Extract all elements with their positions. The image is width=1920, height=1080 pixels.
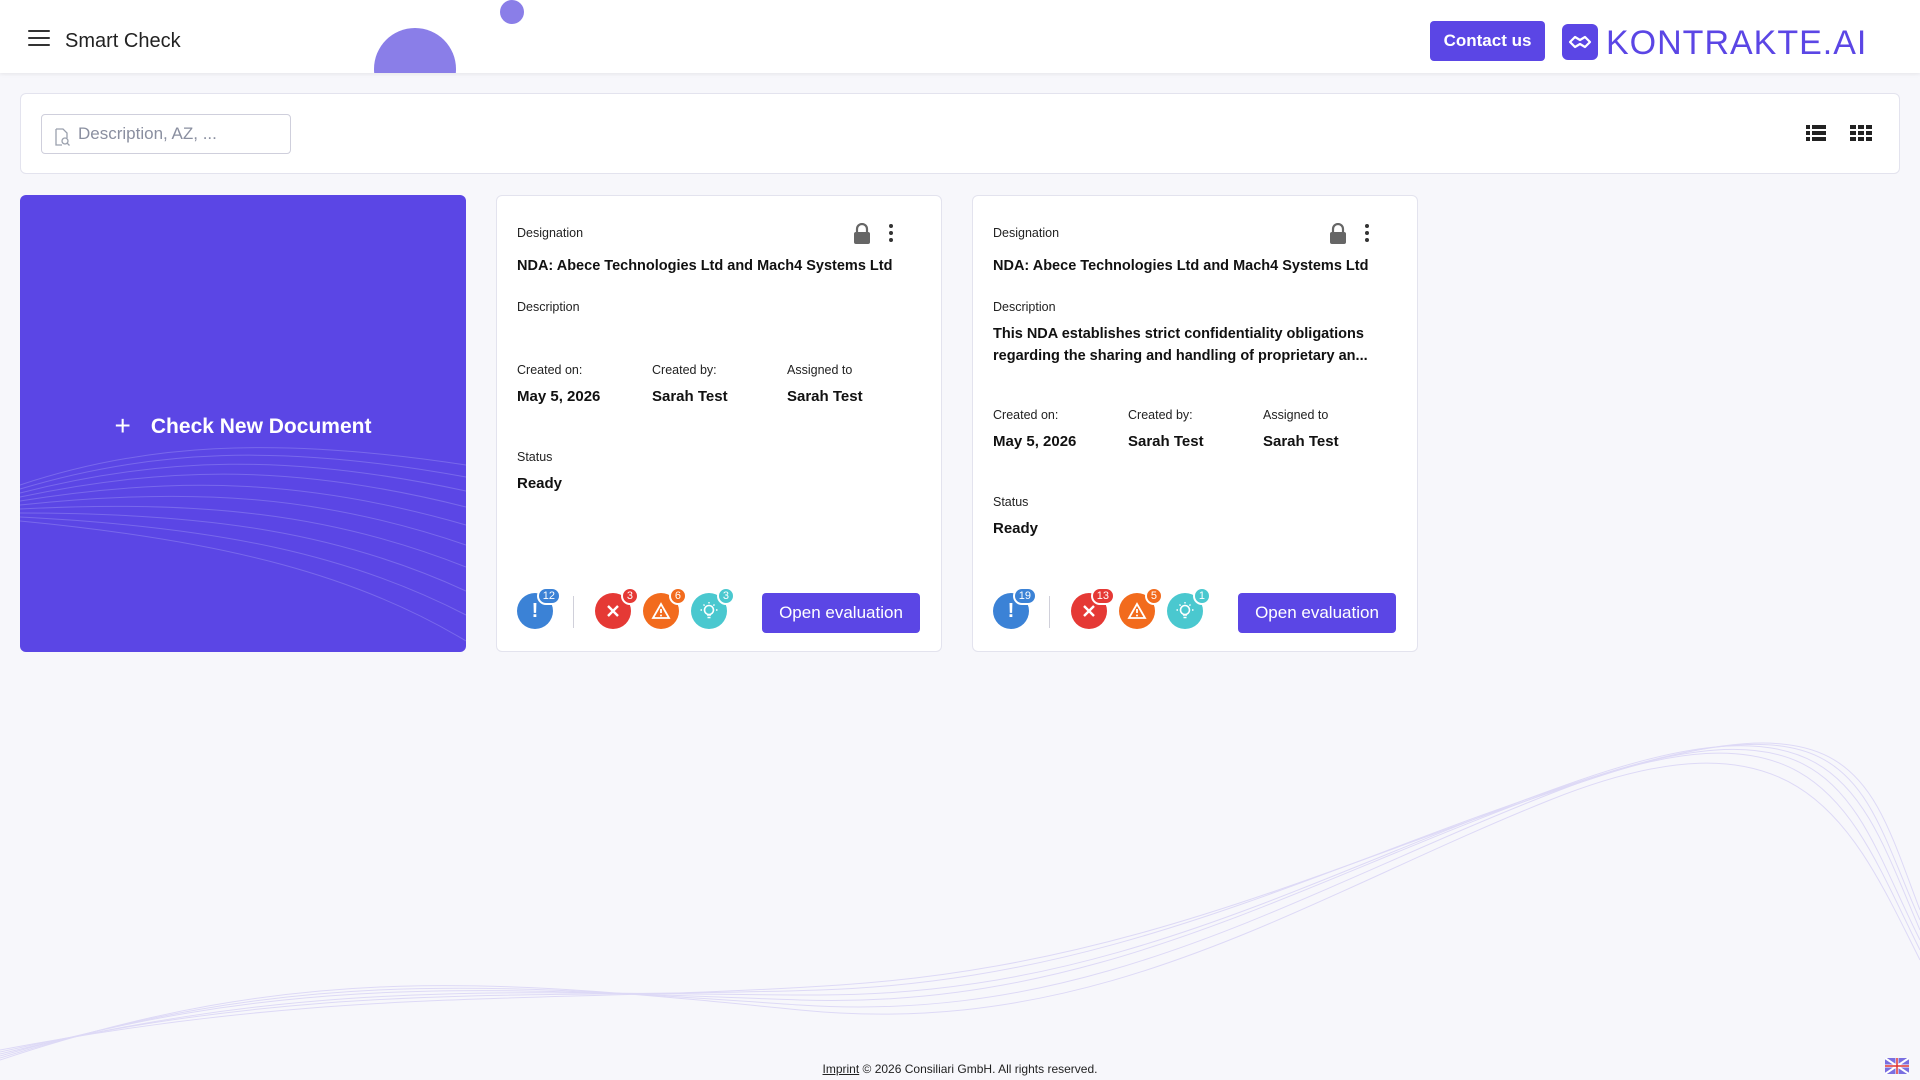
tip-count: 3 [716,587,735,605]
check-new-document-label[interactable]: + Check New Document [20,410,466,442]
info-badge[interactable]: ! 19 [993,587,1037,629]
brand-logo-icon[interactable] [1562,24,1598,60]
check-new-document-card[interactable]: + Check New Document [20,195,466,652]
cross-icon [607,605,619,617]
description-value: This NDA establishes strict confidential… [993,326,1368,364]
status-label: Status [517,450,553,464]
description-label: Description [993,300,1056,314]
badge-divider [1049,596,1050,628]
assigned-to-value: Sarah Test [787,388,863,405]
created-by-label: Created by: [1128,408,1193,422]
contact-us-button[interactable]: Contact us [1430,21,1545,61]
created-on-value: May 5, 2026 [517,388,601,405]
status-value: Ready [993,520,1039,537]
info-count: 19 [1012,587,1037,605]
search-input[interactable] [78,121,283,147]
description-label: Description [517,300,580,314]
warning-count: 6 [668,587,687,605]
lightbulb-icon [700,602,718,619]
list-view-icon[interactable] [1806,124,1826,142]
designation-label: Designation [517,226,584,240]
search-document-icon [55,128,70,146]
more-options-kebab-icon[interactable] [1363,224,1371,244]
created-on-label: Created on: [993,408,1059,422]
flag-uk-icon[interactable] [1884,1057,1910,1075]
copyright-text: © 2026 Consiliari GmbH. All rights reser… [859,1062,1098,1076]
tip-badge[interactable]: 3 [691,587,735,629]
hamburger-menu-icon[interactable] [28,30,50,46]
lock-icon[interactable] [1329,223,1347,245]
created-on-label: Created on: [517,363,583,377]
search-box[interactable] [41,114,291,154]
decorative-dot [500,0,524,24]
designation-value: NDA: Abece Technologies Ltd and Mach4 Sy… [517,258,893,274]
tip-badge[interactable]: 1 [1167,587,1211,629]
document-card[interactable]: Designation NDA: Abece Technologies Ltd … [496,195,942,652]
error-count: 3 [620,587,639,605]
exclamation-icon: ! [1007,599,1015,622]
warning-icon [651,602,671,619]
plus-icon: + [114,410,131,441]
badge-divider [573,596,574,628]
assigned-to-label: Assigned to [787,363,853,377]
status-label: Status [993,495,1029,509]
lock-icon[interactable] [853,223,871,245]
warning-badge[interactable]: 5 [1119,587,1163,629]
open-evaluation-button[interactable]: Open evaluation [762,593,920,633]
footer: Imprint © 2026 Consiliari GmbH. All righ… [0,1062,1920,1076]
warning-icon [1127,602,1147,619]
decorative-circle [374,28,456,73]
cross-icon [1083,605,1095,617]
assigned-to-value: Sarah Test [1263,433,1339,450]
tip-count: 1 [1192,587,1211,605]
exclamation-icon: ! [531,599,539,622]
filter-bar [20,93,1900,174]
error-badge[interactable]: 13 [1071,587,1115,629]
created-on-value: May 5, 2026 [993,433,1077,450]
brand-name[interactable]: KONTRAKTE.AI [1606,24,1867,63]
lightbulb-icon [1176,602,1194,619]
designation-label: Designation [993,226,1060,240]
info-count: 12 [536,587,561,605]
warning-count: 5 [1144,587,1163,605]
created-by-value: Sarah Test [652,388,728,405]
info-badge[interactable]: ! 12 [517,587,561,629]
error-badge[interactable]: 3 [595,587,639,629]
more-options-kebab-icon[interactable] [887,224,895,244]
grid-view-icon[interactable] [1850,124,1872,142]
error-count: 13 [1090,587,1115,605]
imprint-link[interactable]: Imprint [823,1062,860,1076]
new-document-text: Check New Document [150,415,372,438]
warning-badge[interactable]: 6 [643,587,687,629]
created-by-label: Created by: [652,363,717,377]
assigned-to-label: Assigned to [1263,408,1329,422]
designation-value: NDA: Abece Technologies Ltd and Mach4 Sy… [993,258,1369,274]
page-title: Smart Check [65,30,181,52]
status-value: Ready [517,475,563,492]
created-by-value: Sarah Test [1128,433,1204,450]
top-bar: Smart Check Contact us KONTRAKTE.AI [0,0,1920,73]
document-card[interactable]: Designation NDA: Abece Technologies Ltd … [972,195,1418,652]
open-evaluation-button[interactable]: Open evaluation [1238,593,1396,633]
